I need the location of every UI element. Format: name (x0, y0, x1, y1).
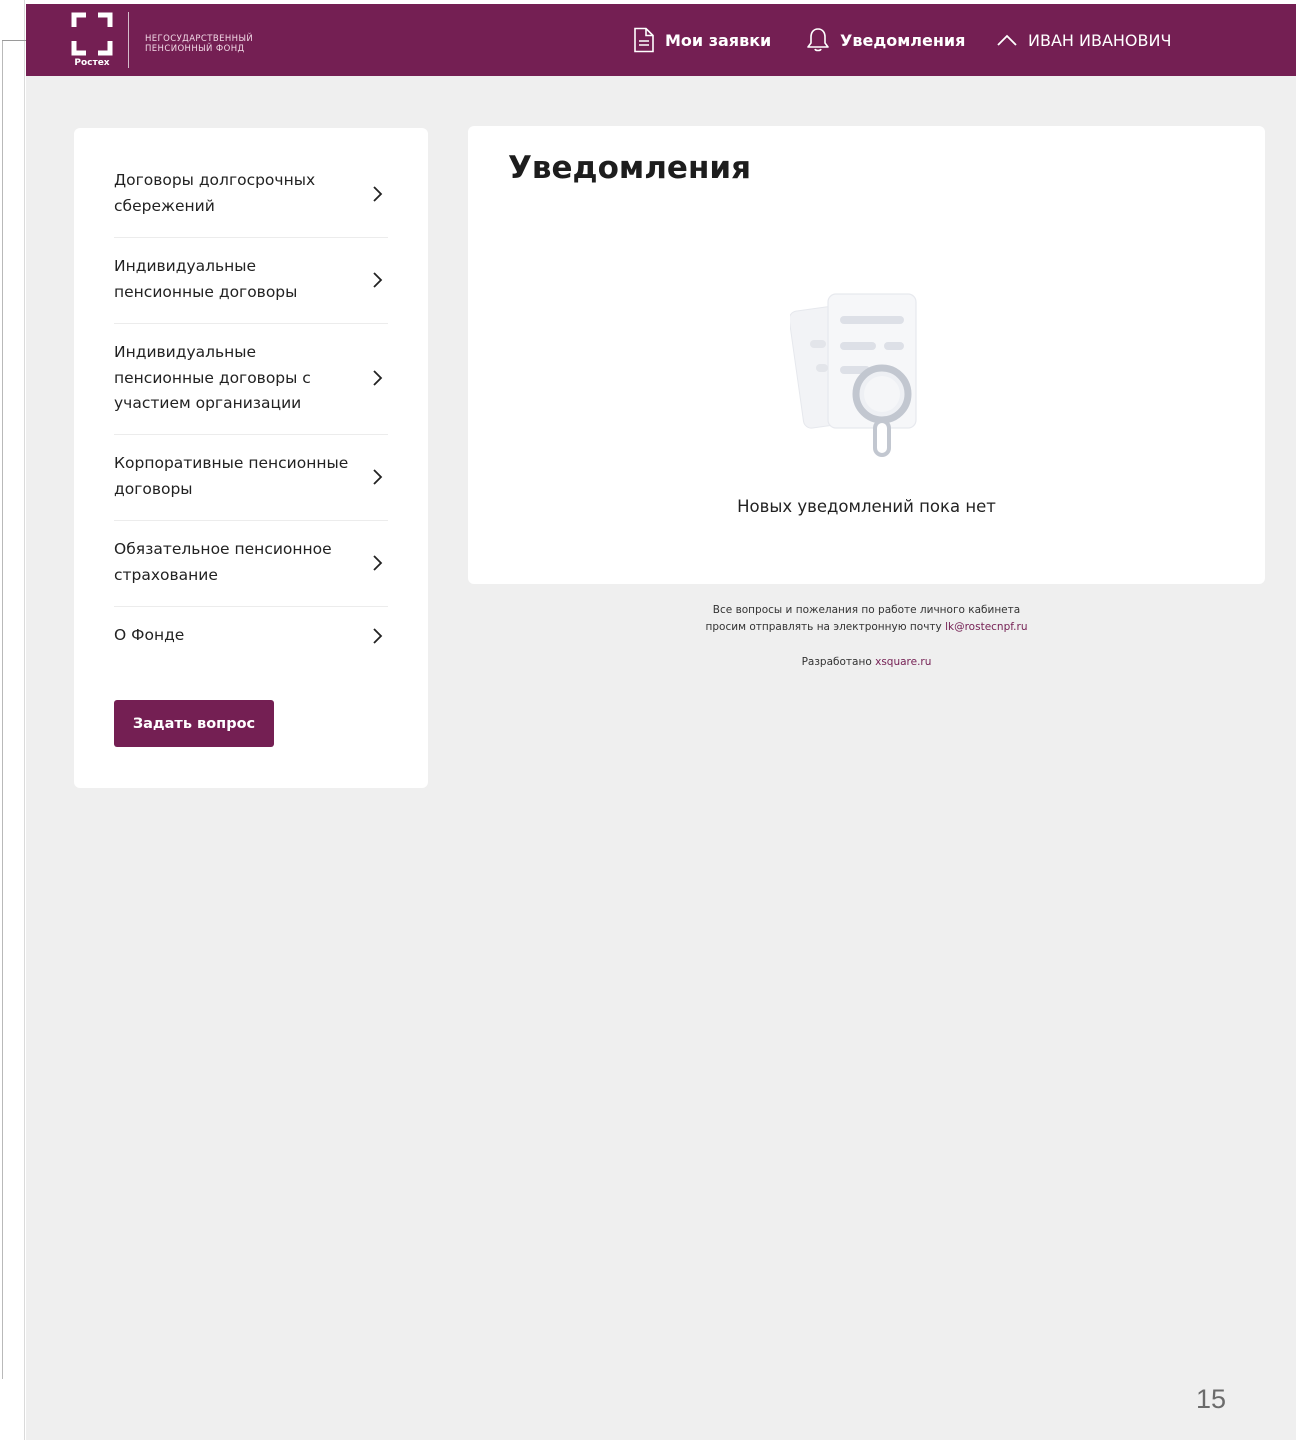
user-menu[interactable]: ИВАН ИВАНОВИЧ (996, 26, 1171, 54)
footer-line-text: просим отправлять на электронную почту (705, 621, 946, 633)
sidebar-item-long-term-savings[interactable]: Договоры долгосрочных сбережений (114, 168, 388, 219)
slide-edge (24, 0, 25, 1440)
nav-notifications[interactable]: Уведомления (806, 26, 965, 54)
sidebar-item-label: О Фонде (114, 626, 185, 644)
footer-developer: Разработано xsquare.ru (468, 656, 1265, 668)
chevron-right-icon (373, 628, 383, 644)
footer-contact: Все вопросы и пожелания по работе личног… (468, 602, 1265, 636)
logo-caption: Ростех (74, 58, 110, 68)
document-icon (634, 27, 654, 53)
chevron-right-icon (373, 271, 383, 288)
slide-page-number: 15 (1196, 1384, 1227, 1414)
fund-name-line: ПЕНСИОННЫЙ ФОНД (145, 44, 245, 54)
menu-divider (114, 520, 388, 521)
chevron-up-icon (997, 34, 1017, 46)
page-title: Уведомления (508, 150, 751, 186)
sidebar: Договоры долгосрочных сбережений Индивид… (74, 128, 428, 788)
rostec-logo-icon[interactable] (71, 12, 113, 56)
app-screen: Ростех НЕГОСУДАРСТВЕННЫЙ ПЕНСИОННЫЙ ФОНД… (26, 4, 1296, 1440)
footer-dev-text: Разработано (801, 656, 876, 668)
sidebar-item-individual-pension-org[interactable]: Индивидуальные пенсионные договоры с уча… (114, 340, 388, 417)
menu-divider (114, 606, 388, 607)
menu-divider (114, 434, 388, 435)
sidebar-item-label: Индивидуальные пенсионные договоры (114, 257, 298, 301)
fund-name-line: НЕГОСУДАРСТВЕННЫЙ (145, 34, 254, 44)
developer-link[interactable]: xsquare.ru (875, 656, 931, 668)
chevron-right-icon (373, 468, 383, 485)
footer-line: Все вопросы и пожелания по работе личног… (712, 604, 1021, 616)
sidebar-item-individual-pension[interactable]: Индивидуальные пенсионные договоры (114, 254, 388, 305)
chevron-right-icon (373, 554, 383, 571)
sidebar-item-label: Обязательное пенсионное страхование (114, 540, 332, 584)
support-email-link[interactable]: lk@rostecnpf.ru (945, 621, 1027, 633)
callout-line (2, 41, 3, 1379)
footer-line: просим отправлять на электронную почту l… (468, 619, 1265, 636)
menu-divider (114, 237, 388, 238)
ask-question-button[interactable]: Задать вопрос (114, 700, 274, 747)
sidebar-item-label: Корпоративные пенсионные договоры (114, 454, 349, 498)
nav-notifications-label: Уведомления (840, 30, 966, 50)
chevron-right-icon (373, 370, 383, 386)
sidebar-item-label: Договоры долгосрочных сбережений (114, 171, 316, 215)
empty-state-message: Новых уведомлений пока нет (737, 497, 996, 516)
logo-divider (128, 12, 129, 68)
notifications-panel: Уведомления Новых уведомлений пока нет (468, 126, 1265, 584)
document-search-icon (790, 293, 917, 457)
sidebar-item-about-fund[interactable]: О Фонде (114, 623, 388, 649)
sidebar-item-label: Индивидуальные пенсионные договоры с уча… (114, 343, 311, 412)
menu-divider (114, 323, 388, 324)
top-bar: Ростех НЕГОСУДАРСТВЕННЫЙ ПЕНСИОННЫЙ ФОНД… (26, 4, 1296, 76)
chevron-right-icon (373, 185, 383, 202)
fund-name: НЕГОСУДАРСТВЕННЫЙ ПЕНСИОННЫЙ ФОНД (145, 34, 253, 54)
sidebar-item-corporate-pension[interactable]: Корпоративные пенсионные договоры (114, 451, 388, 502)
nav-my-requests-label: Мои заявки (665, 30, 772, 50)
sidebar-item-mandatory-insurance[interactable]: Обязательное пенсионное страхование (114, 537, 388, 588)
user-name: ИВАН ИВАНОВИЧ (1028, 30, 1172, 50)
nav-my-requests[interactable]: Мои заявки (633, 26, 771, 54)
bell-icon (807, 28, 829, 52)
